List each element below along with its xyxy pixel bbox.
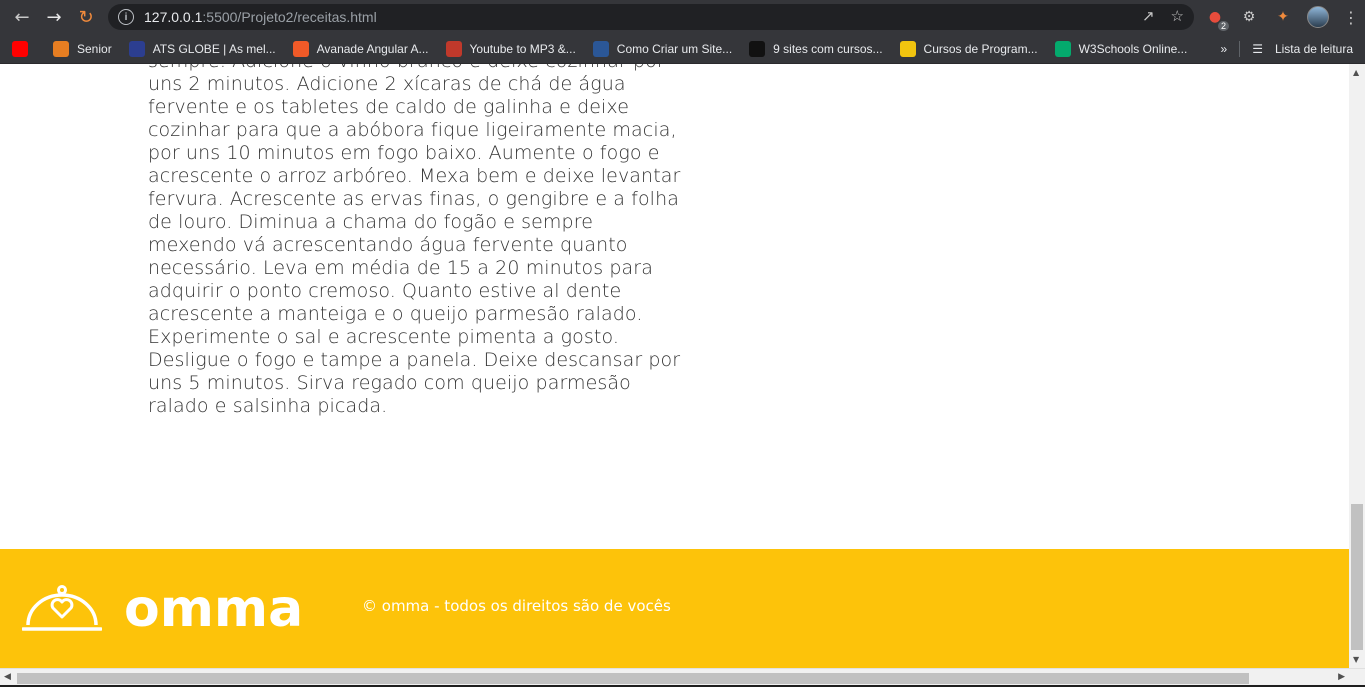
- bookmark-label: ATS GLOBE | As mel...: [152, 41, 276, 56]
- bookmark-label: Como Criar um Site...: [616, 41, 733, 56]
- bookmarks-overflow-icon[interactable]: »: [1221, 42, 1228, 56]
- scroll-down-icon[interactable]: ▼: [1353, 655, 1359, 664]
- reading-list-button[interactable]: Lista de leitura: [1275, 42, 1353, 56]
- cursos-icon: [899, 40, 916, 57]
- scroll-up-icon[interactable]: ▲: [1353, 68, 1359, 77]
- footer: omma © omma - todos os direitos são de v…: [0, 549, 1349, 668]
- recipe-line: acrescente a manteiga e o queijo parmesã…: [148, 303, 643, 325]
- bookmark-item[interactable]: [12, 40, 36, 57]
- vertical-scroll-thumb[interactable]: [1351, 504, 1363, 650]
- kebab-menu-icon[interactable]: ⋮: [1343, 8, 1359, 27]
- back-arrow-icon[interactable]: ←: [6, 1, 38, 33]
- extension-shield-icon[interactable]: ● 2: [1205, 7, 1229, 31]
- recipe-line: uns 2 minutos. Adicione 2 xícaras de chá…: [148, 73, 626, 95]
- bookmark-star-icon[interactable]: ☆: [1171, 7, 1184, 25]
- url-path: :5500/Projeto2/receitas.html: [202, 9, 377, 25]
- bookmark-label: W3Schools Online...: [1078, 41, 1188, 56]
- recipe-line: Desligue o fogo e tampe a panela. Deixe …: [148, 349, 681, 371]
- recipe-line: fervente e os tabletes de caldo de galin…: [148, 96, 629, 118]
- bookmark-label: Senior: [77, 41, 112, 56]
- bookmark-item[interactable]: Youtube to MP3 &...: [445, 40, 576, 57]
- page-content: sempre. Adicione o vinho branco e deixe …: [0, 64, 1349, 668]
- divider: [1239, 41, 1241, 57]
- logo-wordmark: omma: [124, 579, 304, 639]
- vertical-scrollbar[interactable]: ▲ ▼: [1349, 64, 1365, 668]
- recipe-line: ralado e salsinha picada.: [148, 395, 388, 417]
- bookmark-label: Avanade Angular A...: [316, 41, 429, 56]
- recipe-line: necessário. Leva em média de 15 a 20 min…: [148, 257, 653, 279]
- bookmark-item[interactable]: Como Criar um Site...: [592, 40, 733, 57]
- bookmark-item[interactable]: Avanade Angular A...: [292, 40, 429, 57]
- bookmark-label: Youtube to MP3 &...: [469, 41, 576, 56]
- globe-icon: [128, 40, 145, 57]
- recipe-instructions: sempre. Adicione o vinho branco e deixe …: [148, 64, 708, 418]
- bookmark-item[interactable]: 9 sites com cursos...: [749, 40, 883, 57]
- word-icon: [592, 40, 609, 57]
- recipe-line: por uns 10 minutos em fogo baixo. Aument…: [148, 142, 660, 164]
- cloche-heart-icon: [22, 585, 102, 631]
- recipe-line: fervura. Acrescente as ervas finas, o ge…: [148, 188, 679, 210]
- gear-icon[interactable]: ⚙: [1239, 7, 1259, 27]
- bookmarks-bar: Senior ATS GLOBE | As mel... Avanade Angul…: [0, 34, 1365, 64]
- recipe-line: acrescente o arroz arbóreo. Mexa bem e d…: [148, 165, 681, 187]
- youtube-icon: [12, 40, 28, 57]
- recipe-line: de louro. Diminua a chama do fogão e sem…: [148, 211, 593, 233]
- recipe-line: adquirir o ponto cremoso. Quanto estive …: [148, 280, 622, 302]
- six-icon: [749, 40, 766, 57]
- share-icon[interactable]: ↗: [1142, 7, 1155, 25]
- scroll-left-icon[interactable]: ◀: [4, 672, 11, 682]
- recipe-line: uns 5 minutos. Sirva regado com queijo p…: [148, 372, 631, 394]
- recipe-line: mexendo vá acrescentando água fervente q…: [148, 234, 628, 256]
- url-host: 127.0.0.1: [144, 9, 203, 25]
- recipe-line: Experimente o sal e acrescente pimenta a…: [148, 326, 619, 348]
- bookmark-label: Cursos de Program...: [923, 41, 1038, 56]
- extension-badge: 2: [1217, 21, 1229, 31]
- footer-logo[interactable]: omma: [22, 583, 303, 635]
- mp3-icon: [445, 40, 462, 57]
- scroll-right-icon[interactable]: ▶: [1338, 672, 1345, 682]
- forward-arrow-icon[interactable]: →: [38, 1, 70, 33]
- horizontal-scroll-thumb[interactable]: [17, 673, 1249, 684]
- senior-icon: [53, 40, 69, 57]
- reading-list-icon[interactable]: ☰: [1252, 42, 1263, 56]
- reload-icon[interactable]: ↻: [70, 1, 102, 33]
- bookmark-item[interactable]: W3Schools Online...: [1054, 40, 1188, 57]
- copyright-text: © omma - todos os direitos são de vocês: [362, 597, 671, 615]
- bookmark-item[interactable]: Senior: [53, 40, 112, 57]
- address-bar[interactable]: i 127.0.0.1:5500/Projeto2/receitas.html …: [108, 4, 1194, 30]
- bookmark-label: 9 sites com cursos...: [773, 41, 883, 56]
- profile-avatar[interactable]: [1307, 6, 1329, 28]
- bookmark-item[interactable]: Cursos de Program...: [899, 40, 1038, 57]
- recipe-line: sempre. Adicione o vinho branco e deixe …: [148, 64, 708, 73]
- recipe-line: cozinhar para que a abóbora fique ligeir…: [148, 119, 677, 141]
- puzzle-extensions-icon[interactable]: ✦: [1273, 7, 1293, 27]
- w3schools-icon: [1054, 40, 1071, 57]
- avanade-icon: [292, 40, 309, 57]
- bookmark-item[interactable]: ATS GLOBE | As mel...: [128, 40, 276, 57]
- browser-toolbar: ← → ↻ i 127.0.0.1:5500/Projeto2/receitas…: [0, 0, 1365, 34]
- site-info-icon[interactable]: i: [118, 9, 134, 25]
